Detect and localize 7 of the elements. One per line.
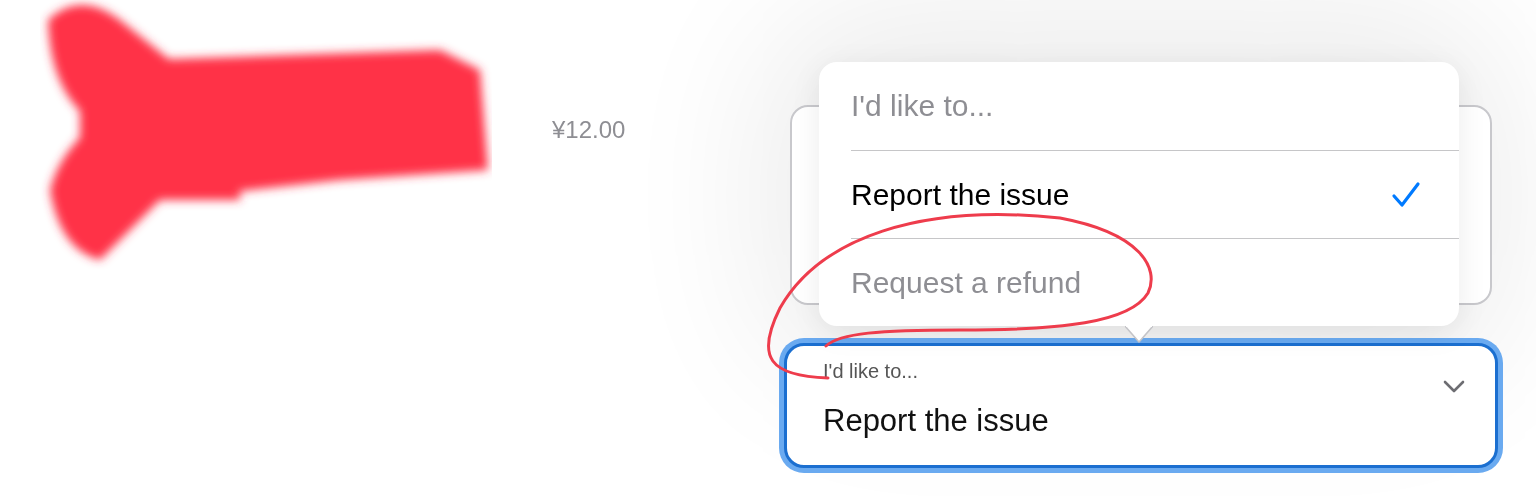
field-label: I'd like to...: [823, 360, 918, 383]
chevron-down-icon: [1443, 380, 1465, 394]
field-value: Report the issue: [823, 403, 1049, 439]
checkmark-icon: [1391, 180, 1421, 209]
menu-item[interactable]: Report the issue: [851, 150, 1459, 238]
price-label: ¥12.00: [552, 116, 626, 144]
menu-header: I'd like to...: [851, 89, 994, 123]
